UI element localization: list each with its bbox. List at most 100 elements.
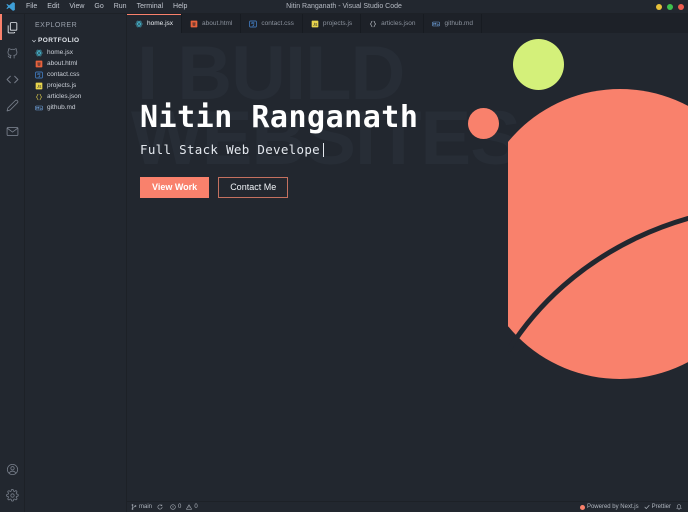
folder-portfolio[interactable]: PORTFOLIO: [25, 35, 126, 47]
nextjs-dot-icon: [579, 504, 585, 510]
status-errors[interactable]: 0: [170, 502, 181, 512]
file-label: github.md: [47, 104, 76, 111]
tab-projects-js[interactable]: projects.js: [302, 14, 362, 33]
css-icon: [35, 71, 43, 79]
status-powered-by[interactable]: Powered by Next.js: [579, 502, 639, 512]
decorative-lime-circle: [513, 39, 564, 90]
decorative-small-coral-circle: [468, 108, 499, 139]
tab-label: contact.css: [261, 20, 294, 27]
menu-edit[interactable]: Edit: [42, 1, 64, 13]
file-label: home.jsx: [47, 49, 74, 56]
typing-caret-icon: [323, 142, 324, 157]
hero-subtitle-text: Full Stack Web Develope: [140, 142, 320, 157]
code-brackets-icon: [6, 73, 19, 86]
activitybar-code[interactable]: [0, 66, 24, 92]
account-circle-icon: [6, 463, 19, 476]
menu-terminal[interactable]: Terminal: [132, 1, 168, 13]
error-icon: [170, 504, 176, 510]
file-label: projects.js: [47, 82, 77, 89]
menu-help[interactable]: Help: [168, 1, 192, 13]
page-title: Nitin Ranganath: [140, 100, 419, 135]
view-work-button[interactable]: View Work: [140, 177, 210, 198]
file-item-home-jsx[interactable]: home.jsx: [25, 47, 126, 58]
react-icon: [35, 49, 43, 57]
javascript-icon: [311, 20, 319, 28]
status-warnings-label: 0: [194, 503, 198, 510]
activitybar-settings[interactable]: [0, 482, 24, 508]
tab-contact-css[interactable]: contact.css: [241, 14, 303, 33]
sync-icon: [157, 504, 163, 510]
status-notifications[interactable]: [676, 504, 684, 510]
file-item-about-html[interactable]: about.html: [25, 58, 126, 69]
activitybar-source-control[interactable]: [0, 40, 24, 66]
file-item-projects-js[interactable]: projects.js: [25, 80, 126, 91]
hero-subtitle: Full Stack Web Develope: [140, 142, 418, 157]
chevron-down-icon: [29, 38, 38, 44]
file-item-github-md[interactable]: github.md: [25, 102, 126, 113]
contact-me-button[interactable]: Contact Me: [218, 177, 289, 198]
explorer-sidebar: EXPLORER PORTFOLIO home.jsx about.html c…: [25, 14, 127, 512]
vscode-logo-icon: [3, 0, 17, 14]
tab-label: home.jsx: [147, 20, 174, 27]
status-errors-label: 0: [178, 503, 182, 510]
portfolio-preview: I BUILD WEBSITES Nitin Ranganath Full St…: [127, 33, 688, 501]
file-item-contact-css[interactable]: contact.css: [25, 69, 126, 80]
hero-actions: View Work Contact Me: [140, 177, 418, 198]
tab-articles-json[interactable]: articles.json: [361, 14, 425, 33]
status-branch[interactable]: main: [131, 502, 152, 512]
status-powered-by-label: Powered by Next.js: [586, 503, 639, 510]
menu-file[interactable]: File: [21, 1, 42, 13]
tab-label: projects.js: [322, 20, 353, 27]
activity-bar-top: [0, 14, 24, 144]
editor-area: home.jsx about.html contact.css projects…: [127, 14, 688, 512]
markdown-icon: [432, 20, 441, 28]
hero-content: Nitin Ranganath Full Stack Web Develope …: [140, 101, 418, 198]
title-bar: File Edit View Go Run Terminal Help Niti…: [0, 0, 688, 14]
tab-home-jsx[interactable]: home.jsx: [127, 14, 183, 33]
vscode-window: File Edit View Go Run Terminal Help Niti…: [0, 0, 688, 512]
activitybar-explorer[interactable]: [0, 14, 24, 40]
json-icon: [369, 20, 377, 28]
status-bar: main 0 0 Powered by Next.js Prettier: [127, 501, 688, 512]
status-prettier[interactable]: Prettier: [644, 502, 671, 512]
status-warnings[interactable]: 0: [186, 502, 198, 512]
status-bar-right: Powered by Next.js Prettier: [579, 502, 684, 512]
menu-run[interactable]: Run: [109, 1, 132, 13]
decorative-coral-circle: [508, 89, 688, 379]
workbench: EXPLORER PORTFOLIO home.jsx about.html c…: [0, 14, 688, 512]
tab-about-html[interactable]: about.html: [182, 14, 242, 33]
check-icon: [644, 504, 650, 510]
maximize-button[interactable]: [667, 3, 673, 10]
activitybar-account[interactable]: [0, 456, 24, 482]
envelope-icon: [6, 125, 19, 138]
warning-icon: [186, 504, 193, 510]
minimize-button[interactable]: [656, 3, 662, 10]
activitybar-blog[interactable]: [0, 92, 24, 118]
gear-icon: [5, 488, 19, 502]
react-icon: [135, 20, 143, 28]
activity-bar: [0, 14, 25, 512]
menu-view[interactable]: View: [64, 1, 89, 13]
explorer-title: EXPLORER: [35, 22, 78, 29]
menu-go[interactable]: Go: [89, 1, 108, 13]
tab-label: articles.json: [381, 20, 416, 27]
css-icon: [249, 20, 258, 28]
status-sync[interactable]: [157, 504, 165, 510]
status-bar-left: main 0 0: [131, 502, 198, 512]
tab-github-md[interactable]: github.md: [424, 14, 483, 33]
status-prettier-label: Prettier: [651, 503, 671, 510]
close-button[interactable]: [678, 3, 684, 10]
watermark-line-1: I BUILD: [137, 33, 405, 116]
file-item-articles-json[interactable]: articles.json: [25, 91, 126, 102]
bell-icon: [676, 504, 682, 510]
status-branch-label: main: [139, 503, 153, 510]
github-cat-icon: [6, 47, 19, 60]
activitybar-contact[interactable]: [0, 118, 24, 144]
activity-bar-bottom: [0, 456, 24, 512]
tab-label: about.html: [202, 20, 233, 27]
files-icon: [6, 21, 19, 34]
tab-label: github.md: [444, 20, 474, 27]
file-label: about.html: [47, 60, 78, 67]
html-icon: [190, 20, 198, 28]
folder-label: PORTFOLIO: [38, 37, 80, 44]
